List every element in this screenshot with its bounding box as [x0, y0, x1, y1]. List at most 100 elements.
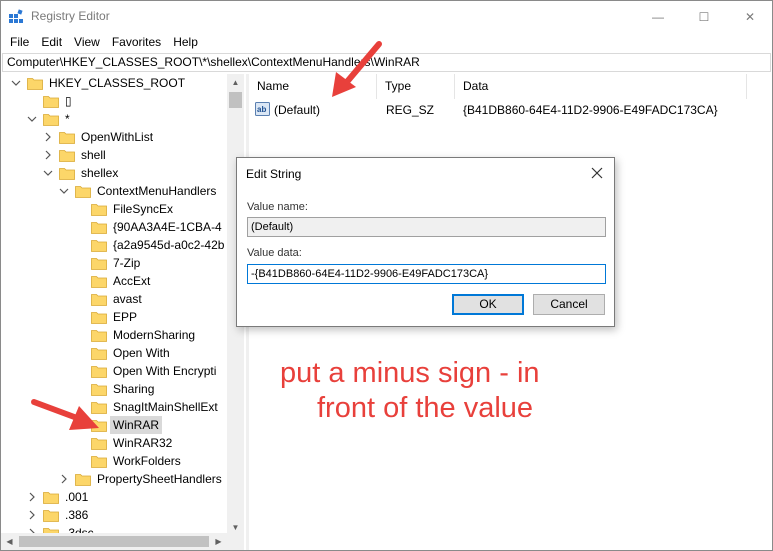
tree-item[interactable]: *: [27, 110, 70, 128]
folder-icon: [43, 113, 59, 126]
tree-item[interactable]: shellex: [43, 164, 119, 182]
maximize-button[interactable]: ☐: [681, 1, 727, 32]
menu-favorites[interactable]: Favorites: [106, 32, 167, 52]
registry-editor-icon: [9, 9, 23, 23]
tree-item[interactable]: .001: [29, 488, 88, 506]
folder-icon: [91, 293, 107, 306]
chevron-down-icon[interactable]: [11, 78, 21, 88]
tree-item-label: OpenWithList: [81, 130, 154, 144]
dialog-close-icon[interactable]: [590, 166, 604, 180]
tree-item[interactable]: AccExt: [91, 272, 150, 290]
tree-item[interactable]: EPP: [91, 308, 137, 326]
tree-item[interactable]: ModernSharing: [91, 326, 195, 344]
cancel-button[interactable]: Cancel: [533, 294, 605, 315]
ok-button[interactable]: OK: [452, 294, 524, 315]
folder-icon: [59, 149, 75, 162]
tree-horizontal-scrollbar[interactable]: ◀ ▶: [1, 533, 244, 550]
tree-item[interactable]: ▯: [43, 92, 72, 110]
close-icon: ✕: [744, 9, 756, 24]
tree-item[interactable]: {a2a9545d-a0c2-42b: [91, 236, 224, 254]
folder-icon: [75, 473, 91, 486]
tree-item[interactable]: {90AA3A4E-1CBA-4: [91, 218, 222, 236]
tree-item-label: shell: [81, 148, 106, 162]
scroll-up-icon[interactable]: ▲: [227, 74, 244, 91]
dialog-title-bar: Edit String: [237, 158, 614, 189]
scroll-right-icon[interactable]: ▶: [210, 533, 227, 550]
chevron-right-icon[interactable]: [43, 132, 53, 142]
chevron-right-icon[interactable]: [59, 474, 69, 484]
tree-item[interactable]: FileSyncEx: [91, 200, 173, 218]
folder-icon: [91, 203, 107, 216]
tree-item-label: PropertySheetHandlers: [97, 472, 222, 486]
value-name-cell[interactable]: (Default): [274, 101, 320, 119]
folder-icon: [27, 77, 43, 90]
chevron-down-icon[interactable]: [43, 168, 53, 178]
tree-item[interactable]: PropertySheetHandlers: [61, 470, 222, 488]
folder-icon: [43, 491, 59, 504]
value-data-label: Value data:: [247, 247, 302, 259]
menu-edit[interactable]: Edit: [35, 32, 68, 52]
tree-item-label: 7-Zip: [113, 256, 141, 270]
tree-item-label: shellex: [81, 166, 119, 180]
chevron-down-icon[interactable]: [59, 186, 69, 196]
value-data-field[interactable]: [247, 264, 606, 284]
arrow-to-winrar-icon: [31, 399, 99, 430]
maximize-icon: ☐: [698, 9, 710, 24]
tree-item-label: ContextMenuHandlers: [97, 184, 217, 198]
tree-item-label: HKEY_CLASSES_ROOT: [49, 76, 186, 90]
close-button[interactable]: ✕: [727, 1, 773, 32]
tree-item-label: Sharing: [113, 382, 155, 396]
tree-item[interactable]: SnagItMainShellExt: [91, 398, 218, 416]
tree-item[interactable]: Open With Encrypti: [91, 362, 216, 380]
registry-tree[interactable]: HKEY_CLASSES_ROOT ▯ * OpenWithList shell shel…: [1, 74, 246, 536]
tree-item-label: EPP: [113, 310, 138, 324]
tree-item-label: ▯: [65, 94, 72, 108]
tree-item[interactable]: WinRAR32: [91, 434, 172, 452]
arrow-to-address-icon: [332, 41, 382, 97]
chevron-right-icon[interactable]: [43, 150, 53, 160]
folder-icon: [43, 95, 59, 108]
tree-item[interactable]: avast: [91, 290, 142, 308]
tree-vertical-scroll-thumb[interactable]: [229, 92, 242, 108]
folder-icon: [91, 329, 107, 342]
tree-item-label: SnagItMainShellExt: [113, 400, 218, 414]
folder-icon: [91, 239, 107, 252]
minimize-button[interactable]: —: [635, 1, 681, 32]
value-type-cell: REG_SZ: [386, 103, 435, 117]
chevron-right-icon[interactable]: [27, 492, 37, 502]
chevron-right-icon[interactable]: [27, 510, 37, 520]
tree-item[interactable]: .386: [29, 506, 88, 524]
value-data-cell: {B41DB860-64E4-11D2-9906-E49FADC173CA}: [463, 103, 718, 117]
tree-item-label: FileSyncEx: [113, 202, 174, 216]
menu-view[interactable]: View: [68, 32, 106, 52]
chevron-down-icon[interactable]: [27, 114, 37, 124]
folder-icon: [91, 275, 107, 288]
tree-item[interactable]: shell: [45, 146, 106, 164]
tree-item[interactable]: WorkFolders: [91, 452, 181, 470]
tree-item[interactable]: 7-Zip: [91, 254, 140, 272]
column-header-data[interactable]: Data: [455, 74, 747, 99]
tree-item[interactable]: HKEY_CLASSES_ROOT: [11, 74, 186, 92]
folder-icon: [91, 221, 107, 234]
annotation-line-2: front of the value: [317, 392, 534, 424]
annotation-line-1: put a minus sign - in: [280, 357, 540, 389]
window-title: Registry Editor: [31, 9, 110, 23]
scroll-left-icon[interactable]: ◀: [1, 533, 18, 550]
tree-item[interactable]: ContextMenuHandlers: [59, 182, 217, 200]
tree-item-label: AccExt: [113, 274, 151, 288]
menu-help[interactable]: Help: [167, 32, 204, 52]
dialog-title: Edit String: [246, 167, 302, 181]
tree-item[interactable]: Open With: [91, 344, 170, 362]
tree-item-label: ModernSharing: [113, 328, 196, 342]
menu-file[interactable]: File: [4, 32, 35, 52]
folder-icon: [91, 257, 107, 270]
address-bar[interactable]: Computer\HKEY_CLASSES_ROOT\*\shellex\Con…: [2, 53, 771, 72]
string-value-icon: ab: [255, 102, 270, 116]
folder-icon: [59, 131, 75, 144]
tree-horizontal-scroll-thumb[interactable]: [19, 536, 209, 547]
folder-icon: [91, 347, 107, 360]
column-header-type[interactable]: Type: [377, 74, 455, 99]
tree-item[interactable]: WinRAR: [91, 416, 163, 434]
tree-item[interactable]: OpenWithList: [45, 128, 154, 146]
folder-icon: [91, 365, 107, 378]
